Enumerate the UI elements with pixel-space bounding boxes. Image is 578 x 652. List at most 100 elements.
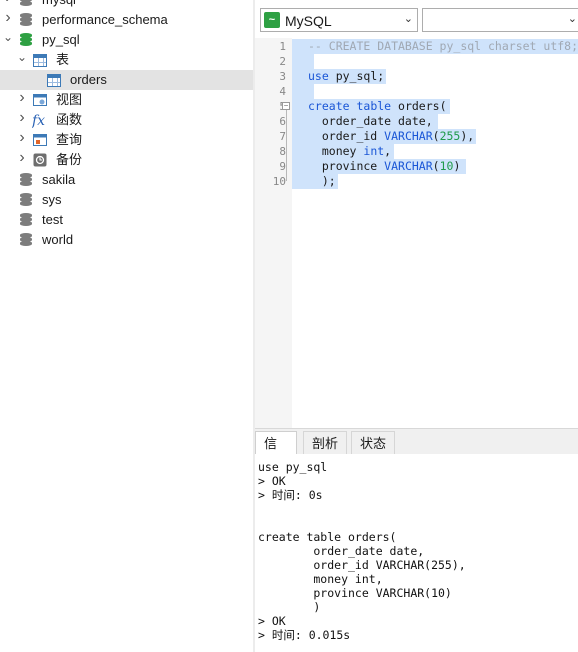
selection-highlight xyxy=(292,54,314,69)
tab-2[interactable]: 状态 xyxy=(351,431,395,455)
query-toolbar: ~ MySQL ⌄ ⌄ xyxy=(255,0,578,38)
chevron-right-icon[interactable]: › xyxy=(2,10,14,26)
code-token: ) xyxy=(453,159,461,173)
tree-item-备份[interactable]: › 备份 xyxy=(0,150,253,170)
tree-item-sys[interactable]: sys xyxy=(0,190,253,210)
code-token: VARCHAR xyxy=(384,129,433,143)
sql-editor[interactable]: 12345678910− -- CREATE DATABASE py_sql c… xyxy=(255,38,578,428)
code-line: order_date date, xyxy=(308,114,433,129)
tree-item-查询[interactable]: › 查询 xyxy=(0,130,253,150)
database-icon xyxy=(18,172,34,188)
chevron-down-icon[interactable]: ⌄ xyxy=(16,50,28,64)
output-line: > OK xyxy=(258,614,286,628)
line-number: 9 xyxy=(279,160,286,173)
code-line: money int, xyxy=(308,144,391,159)
database-icon xyxy=(18,32,34,48)
svg-text:fx: fx xyxy=(32,113,45,128)
line-number: 6 xyxy=(279,115,286,128)
tree-item-test[interactable]: test xyxy=(0,210,253,230)
mysql-icon: ~ xyxy=(264,12,280,28)
functions-icon: fx xyxy=(31,112,48,129)
line-number: 8 xyxy=(279,145,286,158)
navigation-tree: ›mysql›performance_schema⌄py_sql⌄表orders… xyxy=(0,0,253,652)
tree-item-mysql[interactable]: › mysql xyxy=(0,0,253,10)
tree-item-label: sakila xyxy=(42,172,76,187)
database-icon xyxy=(18,12,34,28)
code-token: 255 xyxy=(439,129,461,143)
code-token: province xyxy=(308,159,385,173)
code-token: order_id xyxy=(308,129,385,143)
output-line: order_id VARCHAR(255), xyxy=(258,558,466,572)
chevron-down-icon: ⌄ xyxy=(403,13,413,25)
output-line: province VARCHAR(10) xyxy=(258,586,452,600)
code-token: ); xyxy=(308,174,336,188)
code-token: ( xyxy=(432,129,440,143)
database-icon xyxy=(18,212,34,228)
table-icon xyxy=(46,72,62,88)
code-token: money xyxy=(308,144,364,158)
code-token: 10 xyxy=(439,159,454,173)
code-line: province VARCHAR(10) xyxy=(308,159,461,174)
backups-icon xyxy=(32,152,48,168)
chevron-right-icon[interactable]: › xyxy=(2,0,14,6)
connection-select[interactable]: ~ MySQL ⌄ xyxy=(260,8,418,32)
database-select[interactable]: ⌄ xyxy=(422,8,578,32)
code-token: use xyxy=(308,69,329,83)
queries-icon xyxy=(32,132,48,148)
code-token: -- CREATE DATABASE py_sql charset utf8; xyxy=(308,39,578,53)
chevron-right-icon[interactable]: › xyxy=(16,110,28,126)
code-line: -- CREATE DATABASE py_sql charset utf8; xyxy=(308,39,578,54)
tree-item-label: world xyxy=(42,232,74,247)
message-output: use py_sql > OK > 时间: 0s create table order… xyxy=(255,454,578,652)
chevron-right-icon[interactable]: › xyxy=(16,130,28,146)
tree-item-label: orders xyxy=(70,72,107,87)
tree-item-label: test xyxy=(42,212,63,227)
tree-item-label: 查询 xyxy=(56,132,83,147)
output-line: > 时间: 0.015s xyxy=(258,628,351,642)
code-token: VARCHAR xyxy=(384,159,433,173)
database-icon xyxy=(18,192,34,208)
code-line: use py_sql; xyxy=(308,69,384,84)
line-number: 7 xyxy=(279,130,286,143)
tree-item-视图[interactable]: › 视图 xyxy=(0,90,253,110)
connection-select-value: MySQL xyxy=(285,13,332,29)
code-token: , xyxy=(384,144,392,158)
tree-item-表[interactable]: ⌄ 表 xyxy=(0,50,253,70)
line-number: 10 xyxy=(272,175,286,188)
chevron-right-icon[interactable]: › xyxy=(16,150,28,166)
output-line: ) xyxy=(258,600,321,614)
code-token: order_date date, xyxy=(308,114,433,128)
tree-item-label: mysql xyxy=(42,0,76,8)
code-token: int xyxy=(363,144,385,158)
chevron-right-icon[interactable]: › xyxy=(16,90,28,106)
tree-item-label: 视图 xyxy=(56,92,83,107)
tree-item-label: 表 xyxy=(56,52,70,67)
database-icon xyxy=(18,232,34,248)
tree-item-py_sql[interactable]: ⌄ py_sql xyxy=(0,30,253,50)
database-icon xyxy=(18,0,34,8)
code-token: orders( xyxy=(391,99,447,113)
tab-1[interactable]: 剖析 xyxy=(303,431,347,455)
chevron-down-icon[interactable]: ⌄ xyxy=(2,30,14,44)
fold-toggle-icon[interactable]: − xyxy=(282,102,290,110)
code-token: py_sql; xyxy=(328,69,385,83)
tree-item-label: 备份 xyxy=(56,152,83,167)
line-number: 4 xyxy=(279,85,286,98)
line-number: 2 xyxy=(279,55,286,68)
tables-icon xyxy=(32,52,48,68)
fold-guide xyxy=(286,110,287,181)
tree-item-函数[interactable]: › fx 函数 xyxy=(0,110,253,130)
line-number: 1 xyxy=(279,40,286,53)
chevron-down-icon: ⌄ xyxy=(567,13,577,25)
tree-item-world[interactable]: world xyxy=(0,230,253,250)
tree-item-performance_schema[interactable]: › performance_schema xyxy=(0,10,253,30)
output-line: > 时间: 0s xyxy=(258,488,323,502)
output-line: use py_sql xyxy=(258,460,328,474)
tree-item-sakila[interactable]: sakila xyxy=(0,170,253,190)
views-icon xyxy=(32,92,48,108)
tree-item-label: 函数 xyxy=(56,112,83,127)
tree-item-orders[interactable]: orders xyxy=(0,70,253,90)
tree-item-label: performance_schema xyxy=(42,12,168,27)
code-line: ); xyxy=(308,174,336,189)
tab-0[interactable]: 信息 xyxy=(255,431,297,475)
